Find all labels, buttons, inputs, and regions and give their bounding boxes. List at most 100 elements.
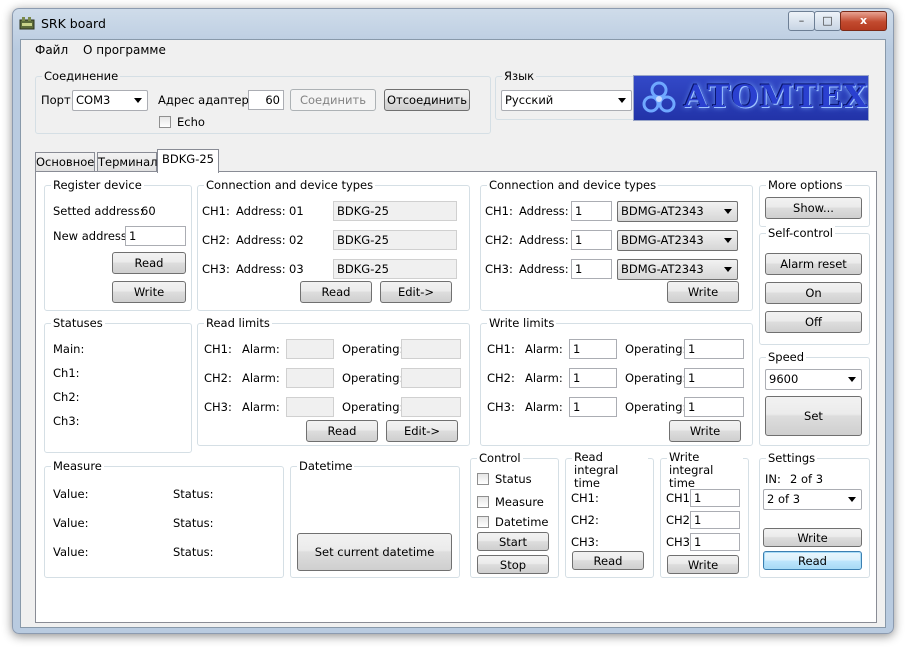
measure-group: Measure Value: Status: Value: Status: Va… (44, 459, 284, 578)
integral-read-button[interactable]: Read (572, 551, 644, 570)
ch3-alarm-value (286, 397, 334, 417)
speed-set-button[interactable]: Set (765, 396, 862, 436)
close-button[interactable]: x (840, 11, 887, 31)
ch2-operating-input[interactable]: 1 (684, 368, 744, 388)
ch3-type-select[interactable]: BDMG-AT2343 (617, 259, 738, 280)
register-read-button[interactable]: Read (112, 252, 186, 274)
datetime-group: Datetime Set current datetime (290, 459, 460, 578)
adapter-address-input[interactable]: 60 (248, 90, 284, 110)
speed-group: Speed 9600 Set (759, 350, 870, 446)
ch3-operating-value (401, 397, 461, 417)
datetime-checkbox[interactable] (477, 516, 489, 528)
measure-status-label: Status: (173, 545, 214, 559)
connection-edit-button[interactable]: Edit-> (380, 281, 452, 303)
ch2-address-input[interactable]: 1 (571, 230, 612, 250)
operating-label: Operating: (342, 371, 404, 385)
control-group: Control Status Measure Datetime Start St… (470, 451, 559, 578)
address-label: Address: (236, 204, 286, 218)
settings-write-button[interactable]: Write (763, 528, 862, 547)
ch3-label: CH3: (204, 400, 232, 414)
alarm-label: Alarm: (242, 371, 280, 385)
measure-checkbox[interactable] (477, 496, 489, 508)
alarm-label: Alarm: (242, 342, 280, 356)
ch3-label: CH3: (485, 262, 513, 276)
stop-button[interactable]: Stop (477, 555, 549, 574)
ch3-label: CH3: (487, 400, 515, 414)
echo-checkbox[interactable] (159, 116, 171, 128)
menu-file[interactable]: Файл (35, 43, 68, 57)
ch1-type-select[interactable]: BDMG-AT2343 (617, 201, 738, 222)
alarm-reset-button[interactable]: Alarm reset (765, 253, 862, 275)
ch1-alarm-value (286, 339, 334, 359)
set-current-datetime-button[interactable]: Set current datetime (297, 533, 452, 571)
integral-ch1-input[interactable]: 1 (690, 489, 740, 507)
measure-status-label: Status: (173, 487, 214, 501)
tab-strip: Основное Терминал BDKG-25 (35, 149, 435, 173)
title-bar[interactable]: SRK board – □ x (13, 9, 893, 39)
statuses-group: Statuses Main: Ch1: Ch2: Ch3: (44, 316, 192, 453)
measure-value-label: Value: (53, 516, 89, 530)
connection-types-write-title: Connection and device types (487, 178, 659, 192)
tab-main[interactable]: Основное (35, 152, 95, 172)
write-limits-group: Write limits CH1: Alarm: 1 Operating: 1 … (480, 316, 753, 446)
connect-button[interactable]: Соединить (290, 89, 376, 111)
start-button[interactable]: Start (477, 532, 549, 551)
settings-read-button[interactable]: Read (763, 551, 862, 570)
ch1-operating-input[interactable]: 1 (684, 339, 744, 359)
connection-read-button[interactable]: Read (300, 281, 372, 303)
speed-select[interactable]: 9600 (765, 369, 862, 390)
ch1-label: CH1: (204, 342, 232, 356)
write-integral-group: Write integral time CH1: 1 CH2: 1 CH3: 1… (660, 451, 749, 578)
self-control-off-button[interactable]: Off (765, 311, 862, 333)
read-integral-title: Read integral time (572, 451, 648, 490)
disconnect-button[interactable]: Отсоединить (384, 89, 470, 111)
ch2-alarm-value (286, 368, 334, 388)
window-title: SRK board (41, 16, 106, 31)
language-group: Язык Русский (495, 69, 639, 120)
ch1-address-input[interactable]: 1 (571, 201, 612, 221)
ch1-alarm-input[interactable]: 1 (569, 339, 617, 359)
ch3-alarm-input[interactable]: 1 (569, 397, 617, 417)
self-control-on-button[interactable]: On (765, 282, 862, 304)
alarm-label: Alarm: (525, 400, 563, 414)
register-write-button[interactable]: Write (112, 281, 186, 303)
limits-read-button[interactable]: Read (306, 420, 378, 442)
settings-select[interactable]: 2 of 3 (763, 489, 862, 510)
integral-ch3-input[interactable]: 1 (690, 533, 740, 551)
ch1-type-value: BDMG-AT2343 (621, 204, 704, 218)
connection-write-button[interactable]: Write (667, 281, 739, 303)
more-options-group: More options Show... (759, 178, 870, 227)
tab-terminal[interactable]: Терминал (97, 152, 157, 172)
settings-group: Settings IN: 2 of 3 2 of 3 Write Read (759, 451, 870, 578)
write-limits-title: Write limits (487, 316, 557, 330)
integral-write-button[interactable]: Write (667, 555, 739, 574)
status-checkbox-label: Status (495, 472, 532, 486)
chevron-down-icon (848, 377, 856, 382)
maximize-button[interactable]: □ (814, 11, 841, 31)
address-label: Address: (236, 233, 286, 247)
statuses-title: Statuses (51, 316, 105, 330)
address-label: Address: (519, 204, 569, 218)
language-select[interactable]: Русский (501, 90, 632, 111)
limits-edit-button[interactable]: Edit-> (386, 420, 458, 442)
ch3-address-input[interactable]: 1 (571, 259, 612, 279)
status-checkbox[interactable] (477, 473, 489, 485)
ch2-type-select[interactable]: BDMG-AT2343 (617, 230, 738, 251)
port-select[interactable]: COM3 (72, 90, 148, 111)
address-label: Address: (519, 233, 569, 247)
ch3-operating-input[interactable]: 1 (684, 397, 744, 417)
ch2-type-value: BDMG-AT2343 (621, 233, 704, 247)
new-address-input[interactable]: 1 (125, 226, 186, 246)
minimize-button[interactable]: – (788, 11, 815, 31)
settings-select-value: 2 of 3 (767, 492, 801, 506)
ch2-label: CH2: (487, 371, 515, 385)
menu-about[interactable]: О программе (83, 43, 166, 57)
limits-write-button[interactable]: Write (669, 420, 741, 442)
integral-ch2-input[interactable]: 1 (690, 511, 740, 529)
chevron-down-icon (724, 238, 732, 243)
speed-value: 9600 (769, 372, 799, 386)
tab-bdkg25[interactable]: BDKG-25 (157, 149, 219, 173)
measure-checkbox-label: Measure (495, 495, 544, 509)
ch2-alarm-input[interactable]: 1 (569, 368, 617, 388)
show-button[interactable]: Show... (765, 197, 862, 219)
